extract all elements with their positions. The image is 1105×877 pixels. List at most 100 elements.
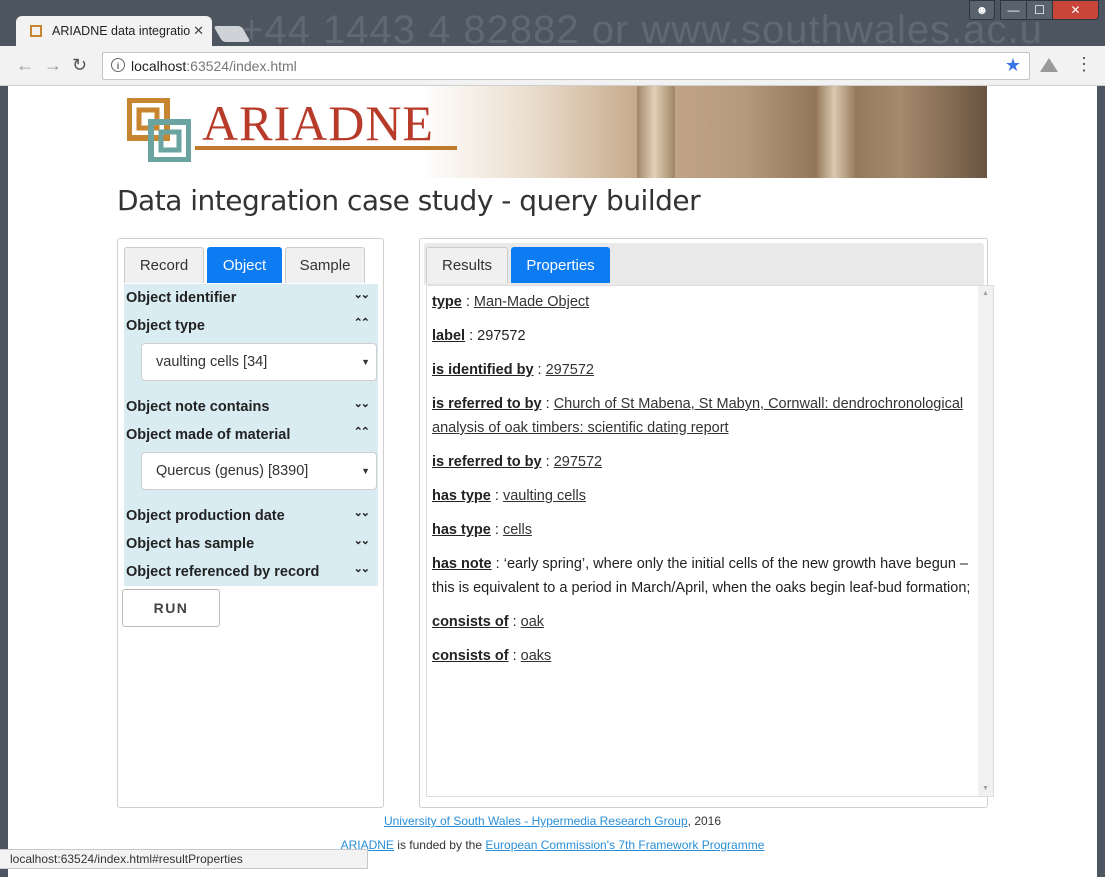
url-host: localhost	[131, 58, 187, 74]
page-viewport: ARIADNE Data integration case study - qu…	[8, 86, 1097, 877]
facet-object-identifier[interactable]: Object identifier ⌄⌄	[124, 284, 378, 312]
property-value-link[interactable]: cells	[503, 522, 532, 538]
properties-list: type : Man-Made Object label : 297572 is…	[426, 285, 994, 797]
property-value: 297572	[477, 328, 526, 344]
facet-has-sample[interactable]: Object has sample ⌄⌄	[124, 530, 378, 558]
tab-sample[interactable]: Sample	[285, 247, 365, 283]
chevron-up-icon[interactable]: ⌃⌃	[354, 425, 371, 438]
property-value-link[interactable]: vaulting cells	[503, 488, 586, 504]
window-frame-right	[1097, 86, 1105, 877]
facet-label: Object production date	[126, 508, 285, 524]
footer-credit: University of South Wales - Hypermedia R…	[8, 814, 1097, 828]
facet-object-type[interactable]: Object type ⌃⌃	[124, 312, 378, 340]
facet-label: Object identifier	[126, 290, 237, 306]
property-row: is referred to by : 297572	[432, 454, 603, 470]
tab-record[interactable]: Record	[124, 247, 204, 283]
extension-drive-icon[interactable]	[1040, 58, 1058, 72]
object-type-select-row: vaulting cells [34] ▼	[124, 340, 378, 393]
logo-text: ARIADNE	[202, 95, 434, 151]
property-value: ‘early spring’, where only the initial c…	[432, 556, 971, 596]
property-value-link[interactable]: Man-Made Object	[474, 294, 589, 310]
property-value-link[interactable]: 297572	[546, 362, 594, 378]
facet-object-material[interactable]: Object made of material ⌃⌃	[124, 421, 378, 449]
property-row: has type : vaulting cells	[432, 488, 586, 504]
dropdown-caret-icon: ▼	[361, 466, 370, 476]
footer-funding-text: is funded by the	[393, 838, 486, 852]
menu-icon[interactable]: ⋮	[1075, 55, 1093, 73]
tab-object[interactable]: Object	[207, 247, 282, 283]
property-key[interactable]: is referred to by	[432, 454, 542, 470]
property-row: consists of : oak	[432, 614, 545, 630]
tab-results[interactable]: Results	[426, 247, 508, 283]
site-info-icon[interactable]: i	[111, 58, 125, 72]
run-button[interactable]: RUN	[122, 589, 220, 627]
close-window-button[interactable]: ✕	[1052, 0, 1099, 20]
property-key[interactable]: is referred to by	[432, 396, 542, 412]
facet-label: Object note contains	[126, 399, 270, 415]
facet-object-note[interactable]: Object note contains ⌄⌄	[124, 393, 378, 421]
back-icon[interactable]: ←	[16, 55, 34, 76]
properties-scrollbar[interactable]: ▲ ▼	[978, 286, 993, 796]
window-controls: ☻ — ☐ ✕	[969, 0, 1099, 20]
url-path: :63524/index.html	[186, 58, 297, 74]
facet-label: Object type	[126, 318, 205, 334]
status-bar: localhost:63524/index.html#resultPropert…	[0, 849, 368, 869]
facet-label: Object has sample	[126, 536, 255, 552]
property-key[interactable]: label	[432, 328, 465, 344]
property-key[interactable]: has note	[432, 556, 492, 572]
usw-link[interactable]: University of South Wales - Hypermedia R…	[384, 814, 688, 828]
browser-tab[interactable]: ARIADNE data integratio ✕	[16, 16, 212, 46]
chevron-down-icon[interactable]: ⌄⌄	[354, 562, 371, 575]
object-facets: Object identifier ⌄⌄ Object type ⌃⌃ vaul…	[124, 284, 378, 586]
material-select[interactable]: Quercus (genus) [8390] ▼	[141, 452, 377, 490]
forward-icon[interactable]: →	[44, 55, 62, 76]
object-type-select[interactable]: vaulting cells [34] ▼	[141, 343, 377, 381]
window-titlebar: +44 1443 4 82882 or www.southwales.ac.u …	[0, 0, 1105, 46]
ariadne-logo-icon	[127, 98, 191, 162]
maximize-button[interactable]: ☐	[1026, 0, 1053, 20]
tab-properties[interactable]: Properties	[511, 247, 610, 283]
property-key[interactable]: type	[432, 294, 462, 310]
facet-label: Object made of material	[126, 427, 291, 443]
property-value-link[interactable]: oak	[521, 614, 544, 630]
property-key[interactable]: has type	[432, 522, 491, 538]
property-key[interactable]: is identified by	[432, 362, 534, 378]
select-value: Quercus (genus) [8390]	[156, 463, 309, 479]
favicon-icon	[30, 25, 42, 37]
chevron-down-icon[interactable]: ⌄⌄	[354, 397, 371, 410]
property-value-link[interactable]: oaks	[521, 648, 552, 664]
titlebar-background-text: +44 1443 4 82882 or www.southwales.ac.u	[240, 8, 1043, 46]
property-key[interactable]: consists of	[432, 648, 509, 664]
user-profile-icon[interactable]: ☻	[969, 0, 995, 20]
property-key[interactable]: has type	[432, 488, 491, 504]
property-row: type : Man-Made Object	[432, 294, 590, 310]
address-bar[interactable]: i localhost:63524/index.html ★	[102, 52, 1030, 80]
scroll-down-icon[interactable]: ▼	[982, 785, 989, 792]
chevron-up-icon[interactable]: ⌃⌃	[354, 316, 371, 329]
scroll-up-icon[interactable]: ▲	[982, 290, 989, 297]
property-value-link[interactable]: 297572	[554, 454, 602, 470]
bookmark-star-icon[interactable]: ★	[1005, 55, 1021, 76]
facet-label: Object referenced by record	[126, 564, 320, 580]
select-value: vaulting cells [34]	[156, 354, 268, 370]
property-key[interactable]: consists of	[432, 614, 509, 630]
tab-close-icon[interactable]: ✕	[193, 23, 204, 39]
ec-fp7-link[interactable]: European Commission's 7th Framework Prog…	[485, 838, 764, 852]
chevron-down-icon[interactable]: ⌄⌄	[354, 506, 371, 519]
query-tabs: Record Object Sample	[124, 247, 368, 283]
window-frame-left	[0, 86, 8, 877]
property-row: is identified by : 297572	[432, 362, 594, 378]
property-row: label : 297572	[432, 328, 526, 344]
url-text: localhost:63524/index.html	[131, 58, 297, 74]
facet-referenced-by[interactable]: Object referenced by record ⌄⌄	[124, 558, 378, 586]
chevron-down-icon[interactable]: ⌄⌄	[354, 288, 371, 301]
logo-underline	[195, 146, 457, 150]
facet-production-date[interactable]: Object production date ⌄⌄	[124, 502, 378, 530]
minimize-button[interactable]: —	[1000, 0, 1027, 20]
chevron-down-icon[interactable]: ⌄⌄	[354, 534, 371, 547]
banner-pillar	[637, 86, 675, 178]
property-row: is referred to by : Church of St Mabena,…	[432, 396, 964, 436]
banner-pillar	[817, 86, 855, 178]
query-builder-panel: Record Object Sample Object identifier ⌄…	[117, 238, 384, 808]
reload-icon[interactable]: ↻	[72, 55, 87, 76]
